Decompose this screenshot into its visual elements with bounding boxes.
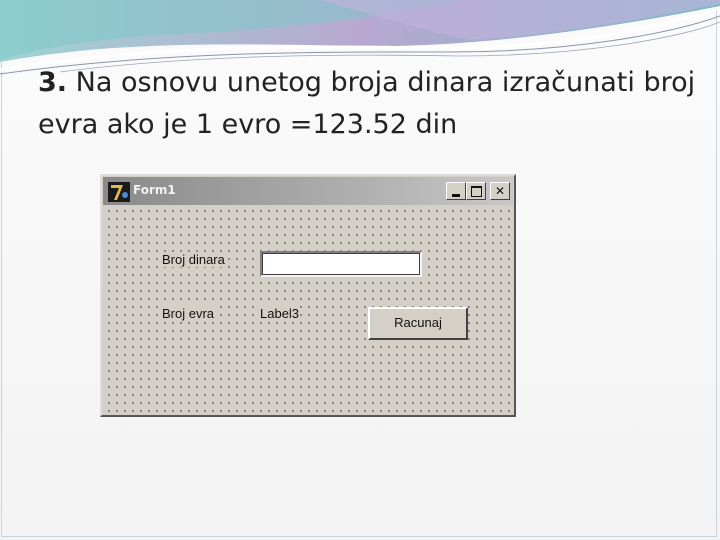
maximize-icon bbox=[470, 186, 482, 197]
close-button[interactable]: ✕ bbox=[490, 182, 510, 200]
title-bar[interactable]: Form1 ✕ bbox=[103, 177, 513, 205]
minimize-icon bbox=[452, 194, 460, 197]
label-broj-dinara: Broj dinara bbox=[161, 252, 226, 267]
minimize-button[interactable] bbox=[446, 182, 466, 200]
maximize-button[interactable] bbox=[466, 182, 486, 200]
form-client-area: Broj dinara Broj evra Label3 Racunaj bbox=[103, 205, 513, 414]
close-icon: ✕ bbox=[494, 184, 506, 198]
form-window: Form1 ✕ Broj dinara Broj evra Label3 Rac… bbox=[100, 174, 516, 417]
task-text: Na osnovu unetog broja dinara izračunati… bbox=[38, 67, 696, 140]
delphi-app-icon bbox=[108, 182, 130, 202]
label-broj-evra: Broj evra bbox=[161, 306, 216, 321]
racunaj-button[interactable]: Racunaj bbox=[368, 307, 468, 340]
slide-title: 3. Na osnovu unetog broja dinara izračun… bbox=[38, 62, 698, 146]
broj-dinara-input[interactable] bbox=[260, 251, 422, 277]
task-number: 3. bbox=[38, 67, 68, 98]
form-title: Form1 bbox=[133, 183, 176, 197]
label3-result: Label3 bbox=[259, 306, 301, 321]
